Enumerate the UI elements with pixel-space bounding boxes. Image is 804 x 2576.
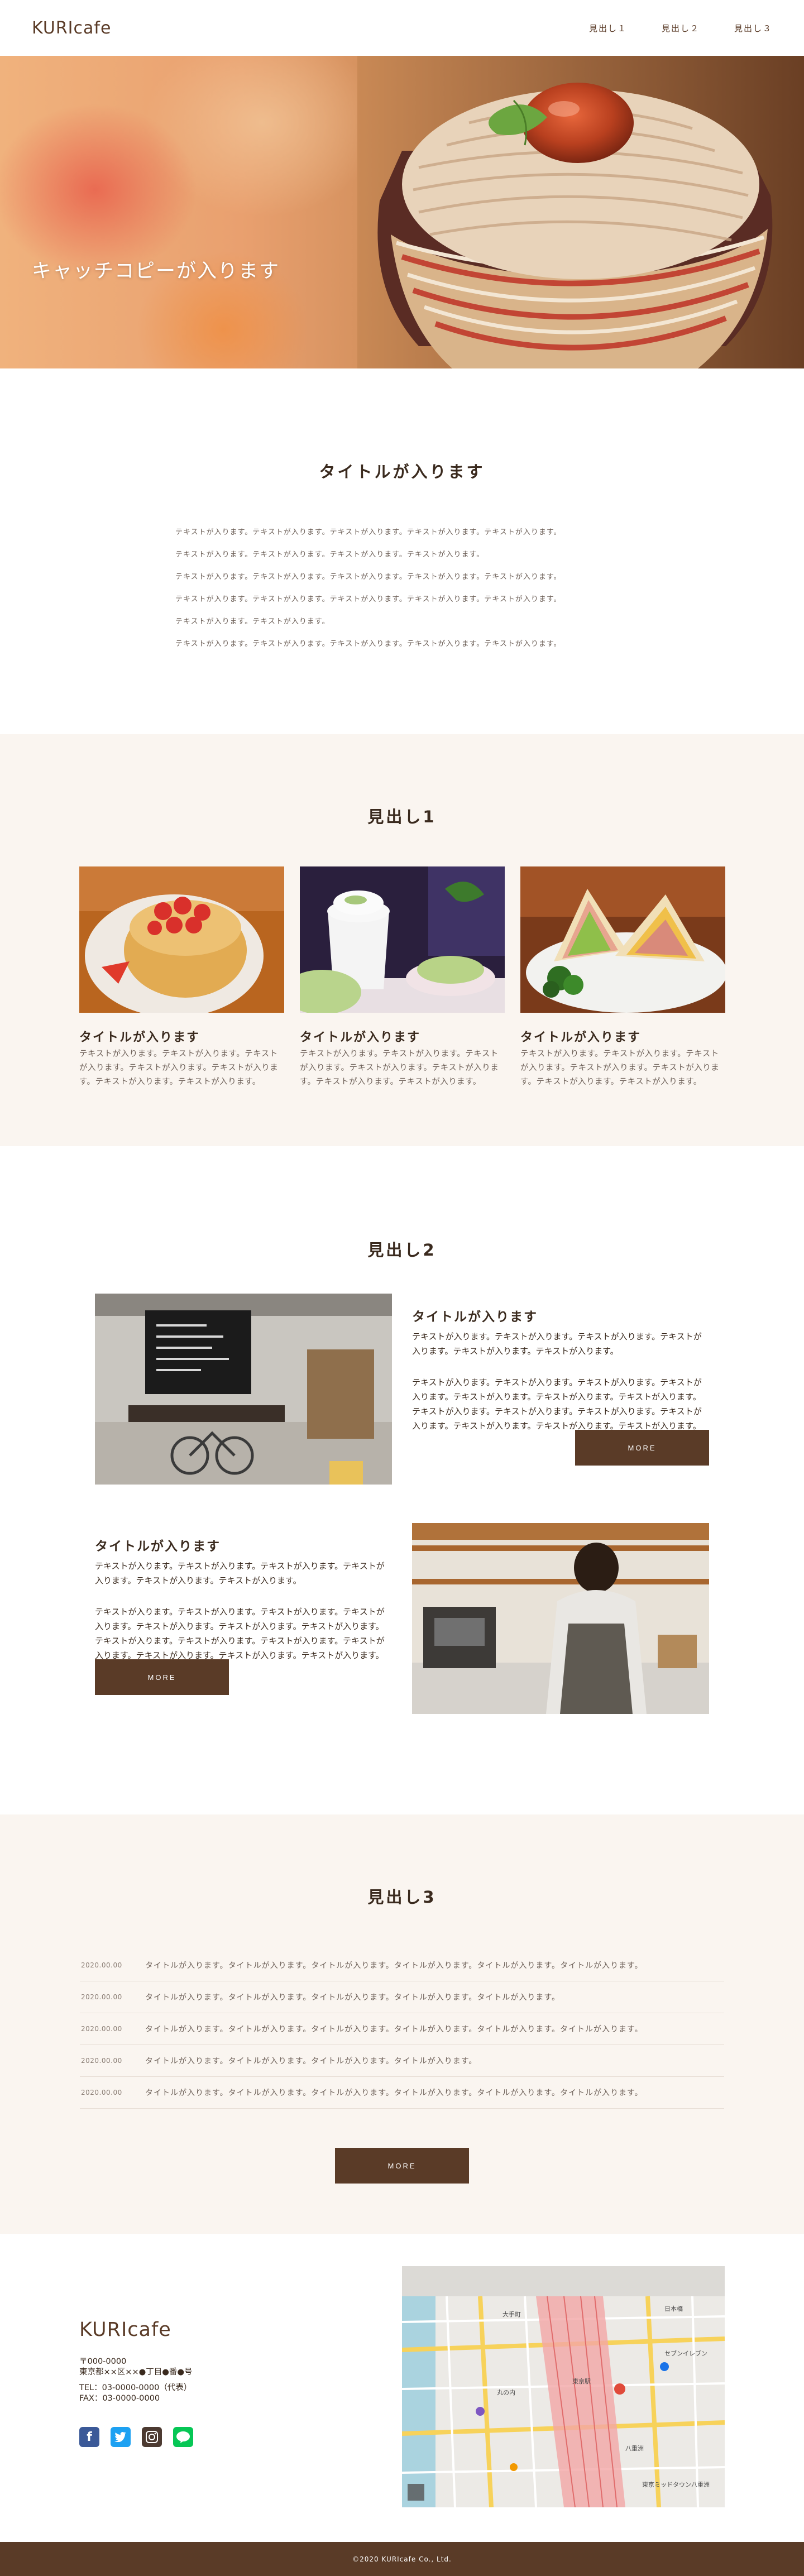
barista-image: [412, 1523, 709, 1714]
news-date: 2020.00.00: [81, 2089, 122, 2096]
sandwich-image: [520, 866, 725, 1013]
intro-section: タイトルが入ります テキストが入ります。テキストが入ります。テキストが入ります。…: [0, 368, 804, 734]
feature-body: タイトルが入ります テキストが入ります。テキストが入ります。テキストが入ります。…: [95, 1535, 392, 1663]
copyright-text: ©2020 KURIcafe Co., Ltd.: [352, 2555, 452, 2563]
card-list: タイトルが入ります テキストが入ります。テキストが入ります。テキストが入ります。…: [79, 866, 804, 1089]
news-title[interactable]: タイトルが入ります。タイトルが入ります。タイトルが入ります。タイトルが入ります。: [145, 2055, 477, 2066]
footer-contact: TEL：03-0000-0000（代表） FAX：03-0000-0000: [79, 2383, 192, 2404]
intro-body: テキストが入ります。テキストが入ります。テキストが入ります。テキストが入ります。…: [175, 521, 629, 655]
card[interactable]: タイトルが入ります テキストが入ります。テキストが入ります。テキストが入ります。…: [520, 866, 725, 1089]
news-date: 2020.00.00: [81, 1993, 122, 2001]
news-date: 2020.00.00: [81, 2025, 122, 2033]
intro-line: テキストが入ります。テキストが入ります。: [175, 617, 330, 626]
postal-code: 〒000-0000: [79, 2357, 127, 2366]
facebook-icon[interactable]: f: [79, 2427, 99, 2447]
hero: キャッチコピーが入ります: [0, 56, 804, 368]
news-title[interactable]: タイトルが入ります。タイトルが入ります。タイトルが入ります。タイトルが入ります。…: [145, 1960, 643, 1971]
tel: TEL：03-0000-0000（代表）: [79, 2383, 192, 2392]
address: 東京都××区××●丁目●番●号: [79, 2368, 193, 2377]
news-more-button[interactable]: MORE: [335, 2148, 469, 2184]
feature-row: タイトルが入ります テキストが入ります。テキストが入ります。テキストが入ります。…: [0, 1523, 804, 1714]
google-map[interactable]: 東京駅 日本橋 八重洲 丸の内 大手町 セブンイレブン 東京ミッドタウン八重洲: [402, 2266, 725, 2507]
news-item[interactable]: 2020.00.00 タイトルが入ります。タイトルが入ります。タイトルが入ります…: [80, 2045, 724, 2077]
card-title: タイトルが入ります: [300, 1031, 421, 1045]
card-title: タイトルが入ります: [520, 1031, 642, 1045]
feature-text: テキストが入ります。テキストが入ります。テキストが入ります。テキストが入ります。…: [95, 1561, 385, 1586]
intro-line: テキストが入ります。テキストが入ります。テキストが入ります。テキストが入ります。: [175, 550, 485, 559]
map-label: 大手町: [502, 2310, 521, 2318]
hero-catch-copy: キャッチコピーが入ります: [32, 260, 280, 283]
map-label: 八重洲: [625, 2444, 644, 2452]
news-title[interactable]: タイトルが入ります。タイトルが入ります。タイトルが入ります。タイトルが入ります。…: [145, 1991, 560, 2003]
nav-link-3[interactable]: 見出し３: [734, 22, 772, 34]
site-header: KURIcafe 見出し１ 見出し２ 見出し３: [0, 0, 804, 56]
news-item[interactable]: 2020.00.00 タイトルが入ります。タイトルが入ります。タイトルが入ります…: [80, 2013, 724, 2045]
intro-line: テキストが入ります。テキストが入ります。テキストが入ります。テキストが入ります。…: [175, 573, 562, 581]
news-item[interactable]: 2020.00.00 タイトルが入ります。タイトルが入ります。タイトルが入ります…: [80, 1950, 724, 1981]
map-label: 日本橋: [664, 2305, 683, 2312]
footer-logo[interactable]: KURIcafe: [79, 2319, 171, 2341]
card[interactable]: タイトルが入ります テキストが入ります。テキストが入ります。テキストが入ります。…: [79, 866, 284, 1089]
intro-title: タイトルが入ります: [319, 462, 485, 481]
footer-address: 〒000-0000 東京都××区××●丁目●番●号: [79, 2357, 193, 2378]
matcha-drink-image: [300, 866, 505, 1013]
map-label: セブンイレブン: [664, 2349, 707, 2357]
hero-mont-blanc-image: [357, 56, 804, 368]
card-text: テキストが入ります。テキストが入ります。テキストが入ります。テキストが入ります。…: [79, 1050, 279, 1086]
feature-text: テキストが入ります。テキストが入ります。テキストが入ります。テキストが入ります。…: [95, 1607, 385, 1660]
news-title[interactable]: タイトルが入ります。タイトルが入ります。タイトルが入ります。タイトルが入ります。…: [145, 2087, 643, 2098]
section-2: 見出し2 タイトルが入ります テキストが入ります。テキストが入ります。テキストが…: [0, 1146, 804, 1814]
feature-title: タイトルが入ります: [412, 1310, 538, 1324]
news-item[interactable]: 2020.00.00 タイトルが入ります。タイトルが入ります。タイトルが入ります…: [80, 2077, 724, 2109]
nav-link-2[interactable]: 見出し２: [662, 22, 700, 34]
pancake-image: [79, 866, 284, 1013]
instagram-icon[interactable]: [142, 2427, 162, 2447]
card[interactable]: タイトルが入ります テキストが入ります。テキストが入ります。テキストが入ります。…: [300, 866, 505, 1089]
card-text: テキストが入ります。テキストが入ります。テキストが入ります。テキストが入ります。…: [520, 1050, 720, 1086]
map-label: 東京ミッドタウン八重洲: [642, 2481, 710, 2488]
feature-title: タイトルが入ります: [95, 1539, 221, 1554]
section-3-title: 見出し3: [367, 1888, 437, 1907]
section-1: 見出し1 タイトルが入ります テキストが入ります。テキストが入ります。テキストが…: [0, 734, 804, 1146]
footer-info: KURIcafe 〒000-0000 東京都××区××●丁目●番●号 TEL：0…: [0, 2234, 804, 2542]
card-title: タイトルが入ります: [79, 1031, 200, 1045]
social-links: f: [79, 2427, 193, 2447]
section-2-title: 見出し2: [367, 1241, 437, 1260]
copyright-bar: ©2020 KURIcafe Co., Ltd.: [0, 2542, 804, 2576]
card-text: テキストが入ります。テキストが入ります。テキストが入ります。テキストが入ります。…: [300, 1050, 499, 1086]
intro-line: テキストが入ります。テキストが入ります。テキストが入ります。テキストが入ります。…: [175, 640, 562, 648]
line-icon[interactable]: [173, 2427, 193, 2447]
intro-line: テキストが入ります。テキストが入ります。テキストが入ります。テキストが入ります。…: [175, 595, 562, 604]
news-title[interactable]: タイトルが入ります。タイトルが入ります。タイトルが入ります。タイトルが入ります。…: [145, 2023, 643, 2034]
news-date: 2020.00.00: [81, 2057, 122, 2065]
news-date: 2020.00.00: [81, 1961, 122, 1969]
nav-link-1[interactable]: 見出し１: [589, 22, 627, 34]
news-list: 2020.00.00 タイトルが入ります。タイトルが入ります。タイトルが入ります…: [80, 1950, 724, 2109]
section-1-title: 見出し1: [367, 807, 437, 826]
site-logo[interactable]: KURIcafe: [32, 18, 111, 38]
more-button[interactable]: MORE: [95, 1659, 229, 1695]
intro-line: テキストが入ります。テキストが入ります。テキストが入ります。テキストが入ります。…: [175, 528, 562, 537]
cafe-interior-image: [95, 1294, 392, 1485]
section-3: 見出し3 2020.00.00 タイトルが入ります。タイトルが入ります。タイトル…: [0, 1814, 804, 2234]
feature-row: タイトルが入ります テキストが入ります。テキストが入ります。テキストが入ります。…: [0, 1294, 804, 1485]
twitter-icon[interactable]: [111, 2427, 131, 2447]
fax: FAX：03-0000-0000: [79, 2394, 160, 2403]
more-button[interactable]: MORE: [575, 1430, 709, 1466]
feature-text: テキストが入ります。テキストが入ります。テキストが入ります。テキストが入ります。…: [412, 1377, 702, 1431]
global-nav: 見出し１ 見出し２ 見出し３: [589, 22, 772, 34]
feature-text: テキストが入ります。テキストが入ります。テキストが入ります。テキストが入ります。…: [412, 1332, 702, 1356]
map-label: 東京駅: [572, 2377, 591, 2385]
feature-body: タイトルが入ります テキストが入ります。テキストが入ります。テキストが入ります。…: [412, 1306, 709, 1433]
news-item[interactable]: 2020.00.00 タイトルが入ります。タイトルが入ります。タイトルが入ります…: [80, 1981, 724, 2013]
map-label: 丸の内: [497, 2388, 515, 2396]
